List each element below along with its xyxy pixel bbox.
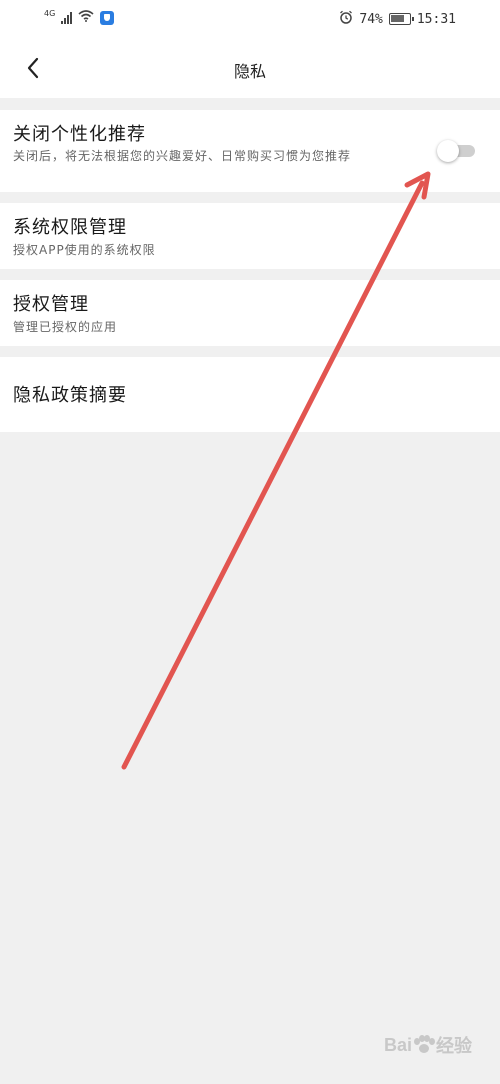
toggle-knob — [437, 140, 459, 162]
item-subtitle: 授权APP使用的系统权限 — [13, 243, 156, 257]
status-bar-left: 4G — [44, 8, 115, 26]
item-title: 隐私政策摘要 — [13, 385, 127, 406]
network-type-label: 4G — [44, 8, 56, 18]
page-title: 隐私 — [233, 62, 266, 81]
status-bar: 4G 74% 15:31 — [0, 0, 500, 38]
status-bar-right: 74% 15:31 — [339, 10, 456, 28]
item-title: 系统权限管理 — [13, 217, 127, 238]
item-subtitle: 管理已授权的应用 — [13, 320, 118, 334]
signal-icon — [61, 12, 73, 24]
item-subtitle: 关闭后，将无法根据您的兴趣爱好、日常购买习惯为您推荐 — [13, 149, 352, 163]
baidu-watermark: Bai 经验 — [384, 1032, 472, 1058]
privacy-policy-summary-item[interactable]: 隐私政策摘要 — [0, 357, 500, 432]
item-title: 关闭个性化推荐 — [13, 124, 146, 145]
battery-percent: 74% — [359, 11, 383, 27]
alarm-icon — [339, 10, 353, 28]
authorization-management-item[interactable]: 授权管理 管理已授权的应用 — [0, 280, 500, 346]
personalized-recommendation-item[interactable]: 关闭个性化推荐 关闭后，将无法根据您的兴趣爱好、日常购买习惯为您推荐 — [0, 110, 500, 192]
watermark-text: Bai — [383, 1034, 412, 1055]
watermark-text-2: 经验 — [436, 1036, 472, 1056]
paw-logo-icon — [414, 1035, 435, 1055]
clock-time: 15:31 — [416, 11, 456, 27]
wifi-icon — [78, 10, 94, 26]
system-permission-management-item[interactable]: 系统权限管理 授权APP使用的系统权限 — [0, 203, 500, 269]
battery-icon — [388, 13, 414, 25]
security-app-icon — [100, 11, 115, 25]
item-title: 授权管理 — [13, 294, 89, 315]
navigation-bar: 隐私 — [0, 38, 500, 98]
personalized-recommendation-toggle[interactable] — [437, 140, 475, 162]
